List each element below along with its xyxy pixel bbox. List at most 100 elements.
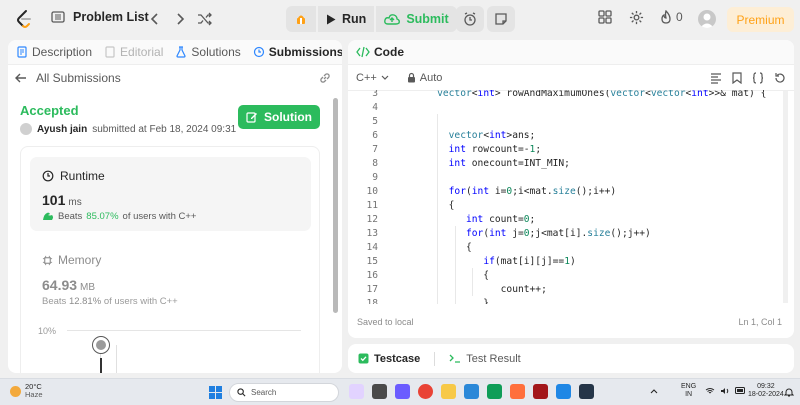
code-line[interactable]: 13 for(int j=0;j<mat[i].size();j++) <box>348 226 788 240</box>
code-editor-panel: Code C++ Auto 3 vector<int> rowAndMaximu… <box>348 40 794 338</box>
file-explorer-icon[interactable] <box>441 384 456 399</box>
taskbar-app-icon[interactable] <box>349 384 364 399</box>
code-line[interactable]: 12 int count=0; <box>348 212 788 226</box>
code-area[interactable]: 3 vector<int> rowAndMaximumOnes(vector<v… <box>348 90 794 304</box>
left-panel-scrollbar[interactable] <box>333 98 338 313</box>
taskbar-app-icon[interactable] <box>487 384 502 399</box>
submit-button[interactable]: Submit <box>376 6 457 32</box>
save-status: Saved to local <box>357 317 414 327</box>
vscode-icon[interactable] <box>556 384 571 399</box>
reset-icon[interactable] <box>774 72 786 84</box>
taskbar-app-icon[interactable] <box>464 384 479 399</box>
taskbar-app-icon[interactable] <box>372 384 387 399</box>
runtime-beats-suffix: of users with C++ <box>122 211 197 222</box>
left-tabs: Description Editorial Solutions Submissi… <box>8 40 342 65</box>
memory-title[interactable]: Memory <box>42 253 101 267</box>
format-align-icon[interactable] <box>710 72 722 84</box>
notes-button[interactable] <box>487 6 515 32</box>
line-number: 5 <box>372 115 378 127</box>
layout-grid-icon[interactable] <box>598 10 612 24</box>
code-line[interactable]: 15 if(mat[i][j]==1) <box>348 254 788 268</box>
mode-indicator[interactable]: Auto <box>407 72 442 84</box>
memory-beats-suffix: of users with C++ <box>103 296 178 307</box>
tab-submissions[interactable]: Submissions <box>253 45 342 59</box>
code-line[interactable]: 7 int rowcount=-1; <box>348 142 788 156</box>
play-icon <box>326 14 336 25</box>
code-line[interactable]: 16 { <box>348 268 788 282</box>
taskbar-app-icon[interactable] <box>395 384 410 399</box>
weather-condition: Haze <box>25 390 43 399</box>
submission-status: Accepted <box>20 103 79 118</box>
windows-start-icon[interactable] <box>209 386 222 399</box>
run-button[interactable]: Run <box>318 6 375 32</box>
tab-description[interactable]: Description <box>16 45 92 59</box>
memory-beats: Beats 12.81% of users with C++ <box>42 296 178 307</box>
code-line[interactable]: 5 <box>348 114 788 128</box>
streak-counter[interactable]: 0 <box>660 10 683 24</box>
taskbar-search[interactable]: Search <box>229 383 339 402</box>
code-line[interactable]: 11 { <box>348 198 788 212</box>
code-text: for(int i=0;i<mat.size();i++) <box>448 185 617 197</box>
notification-bell-icon[interactable] <box>784 387 794 397</box>
code-line[interactable]: 6 vector<int>ans; <box>348 128 788 142</box>
code-line[interactable]: 17 count++; <box>348 282 788 296</box>
memory-beats-label: Beats <box>42 296 67 307</box>
leetcode-logo[interactable] <box>14 9 34 29</box>
code-line[interactable]: 8 int onecount=INT_MIN; <box>348 156 788 170</box>
taskbar-app-icon[interactable] <box>533 384 548 399</box>
code-text: int rowcount=-1; <box>448 143 542 155</box>
next-problem-chevron-right-icon[interactable] <box>171 10 189 28</box>
braces-icon[interactable] <box>752 72 764 84</box>
left-panel: Description Editorial Solutions Submissi… <box>8 40 342 373</box>
alarm-clock-icon <box>463 12 477 26</box>
submission-author-line: Ayush jain submitted at Feb 18, 2024 09:… <box>20 123 236 135</box>
code-line[interactable]: 9 <box>348 170 788 184</box>
taskbar-app-icon[interactable] <box>510 384 525 399</box>
code-text: count++; <box>414 283 547 295</box>
share-link-icon[interactable] <box>318 71 332 85</box>
prev-problem-chevron-left-icon[interactable] <box>146 10 164 28</box>
line-number: 13 <box>366 227 378 239</box>
weather-widget[interactable]: 20°C Haze <box>10 383 43 399</box>
language-select[interactable]: C++ <box>356 72 389 84</box>
code-line[interactable]: 10 for(int i=0;i<mat.size();i++) <box>348 184 788 198</box>
runtime-number: 101 <box>42 192 66 208</box>
taskbar-search-label: Search <box>251 388 277 397</box>
code-line[interactable]: 3 vector<int> rowAndMaximumOnes(vector<v… <box>348 90 788 100</box>
user-avatar[interactable] <box>698 10 716 28</box>
timer-button[interactable] <box>456 6 484 32</box>
language-indicator[interactable]: ENG IN <box>681 383 696 399</box>
code-line[interactable]: 4 <box>348 100 788 114</box>
solution-button[interactable]: Solution <box>238 105 320 129</box>
settings-gear-icon[interactable] <box>629 10 644 25</box>
taskbar-app-icon[interactable] <box>579 384 594 399</box>
runtime-card[interactable]: Runtime 101 ms Beats 85.07% of users with… <box>30 157 311 231</box>
debug-button[interactable] <box>286 6 316 32</box>
tab-testcase[interactable]: Testcase <box>358 353 420 365</box>
bug-icon <box>294 12 308 26</box>
premium-button[interactable]: Premium <box>727 7 794 32</box>
code-line[interactable]: 14 { <box>348 240 788 254</box>
console-panel: Testcase Test Result <box>348 344 794 373</box>
chevron-up-icon[interactable] <box>650 388 658 394</box>
runtime-beats-label: Beats <box>58 211 83 222</box>
cursor-position: Ln 1, Col 1 <box>738 317 782 327</box>
problem-list-button[interactable]: Problem List <box>51 10 149 24</box>
all-submissions-link[interactable]: All Submissions <box>8 65 342 91</box>
chrome-icon[interactable] <box>418 384 433 399</box>
tab-solutions[interactable]: Solutions <box>175 45 241 59</box>
run-submit-group: Run Submit <box>286 6 457 32</box>
code-text: if(mat[i][j]==1) <box>483 255 576 267</box>
clock[interactable]: 09:32 18-02-2024 <box>748 383 784 399</box>
tab-editorial[interactable]: Editorial <box>104 45 163 59</box>
editor-scrollbar[interactable] <box>783 91 788 303</box>
shuffle-icon[interactable] <box>196 10 214 28</box>
system-tray[interactable] <box>705 387 746 395</box>
bookmark-icon[interactable] <box>732 72 742 84</box>
tab-code-label: Code <box>374 45 404 59</box>
wifi-icon <box>705 387 715 395</box>
line-number: 4 <box>372 101 378 113</box>
tab-code[interactable]: Code <box>356 45 404 59</box>
code-line[interactable]: 18 } <box>348 296 788 305</box>
tab-test-result[interactable]: Test Result <box>449 353 521 365</box>
